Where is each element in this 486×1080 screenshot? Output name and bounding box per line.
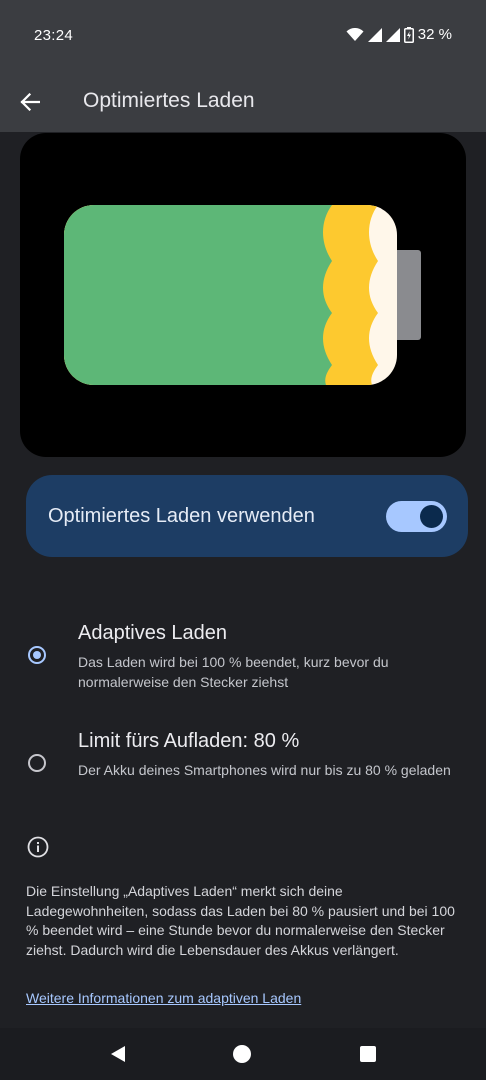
battery-illustration xyxy=(20,133,466,457)
back-button[interactable] xyxy=(14,86,46,118)
nav-recents-button[interactable] xyxy=(358,1044,378,1064)
option-description: Das Laden wird bei 100 % beendet, kurz b… xyxy=(78,654,389,690)
option-description: Der Akku deines Smartphones wird nur bis… xyxy=(78,762,451,778)
arrow-back-icon xyxy=(20,93,40,111)
battery-percent: 32 % xyxy=(417,26,452,43)
app-bar: Optimiertes Laden xyxy=(0,72,486,132)
info-text: Die Einstellung „Adaptives Laden“ merkt … xyxy=(26,883,455,958)
navigation-bar xyxy=(0,1028,486,1080)
option-title: Limit fürs Aufladen: 80 % xyxy=(78,730,300,752)
nav-back-button[interactable] xyxy=(108,1044,128,1064)
optimized-charging-switch[interactable] xyxy=(386,501,447,532)
toggle-label: Optimiertes Laden verwenden xyxy=(48,505,315,527)
wifi-icon xyxy=(346,27,364,41)
back-triangle-icon xyxy=(111,1046,125,1062)
battery-terminal xyxy=(394,250,421,340)
status-time: 23:24 xyxy=(34,27,74,44)
option-title: Adaptives Laden xyxy=(78,622,228,644)
battery-charging-icon xyxy=(403,26,414,43)
nav-home-button[interactable] xyxy=(232,1044,252,1064)
radio-adaptive-charging[interactable] xyxy=(28,646,46,664)
battery-green-level xyxy=(64,205,332,385)
status-bar: 23:24 32 % xyxy=(0,0,486,72)
radio-charge-limit[interactable] xyxy=(28,754,46,772)
learn-more-link[interactable]: Weitere Informationen zum adaptiven Lade… xyxy=(26,990,301,1006)
home-circle-icon xyxy=(233,1045,251,1063)
signal-icon xyxy=(367,27,382,42)
optimized-charging-toggle-row[interactable]: Optimiertes Laden verwenden xyxy=(26,475,468,557)
recents-square-icon xyxy=(360,1046,376,1062)
status-icons: 32 % xyxy=(346,26,452,43)
battery-graphic xyxy=(64,205,421,385)
page-title: Optimiertes Laden xyxy=(83,89,255,112)
signal-icon xyxy=(385,27,400,42)
switch-thumb xyxy=(420,505,443,528)
info-icon xyxy=(27,836,49,858)
